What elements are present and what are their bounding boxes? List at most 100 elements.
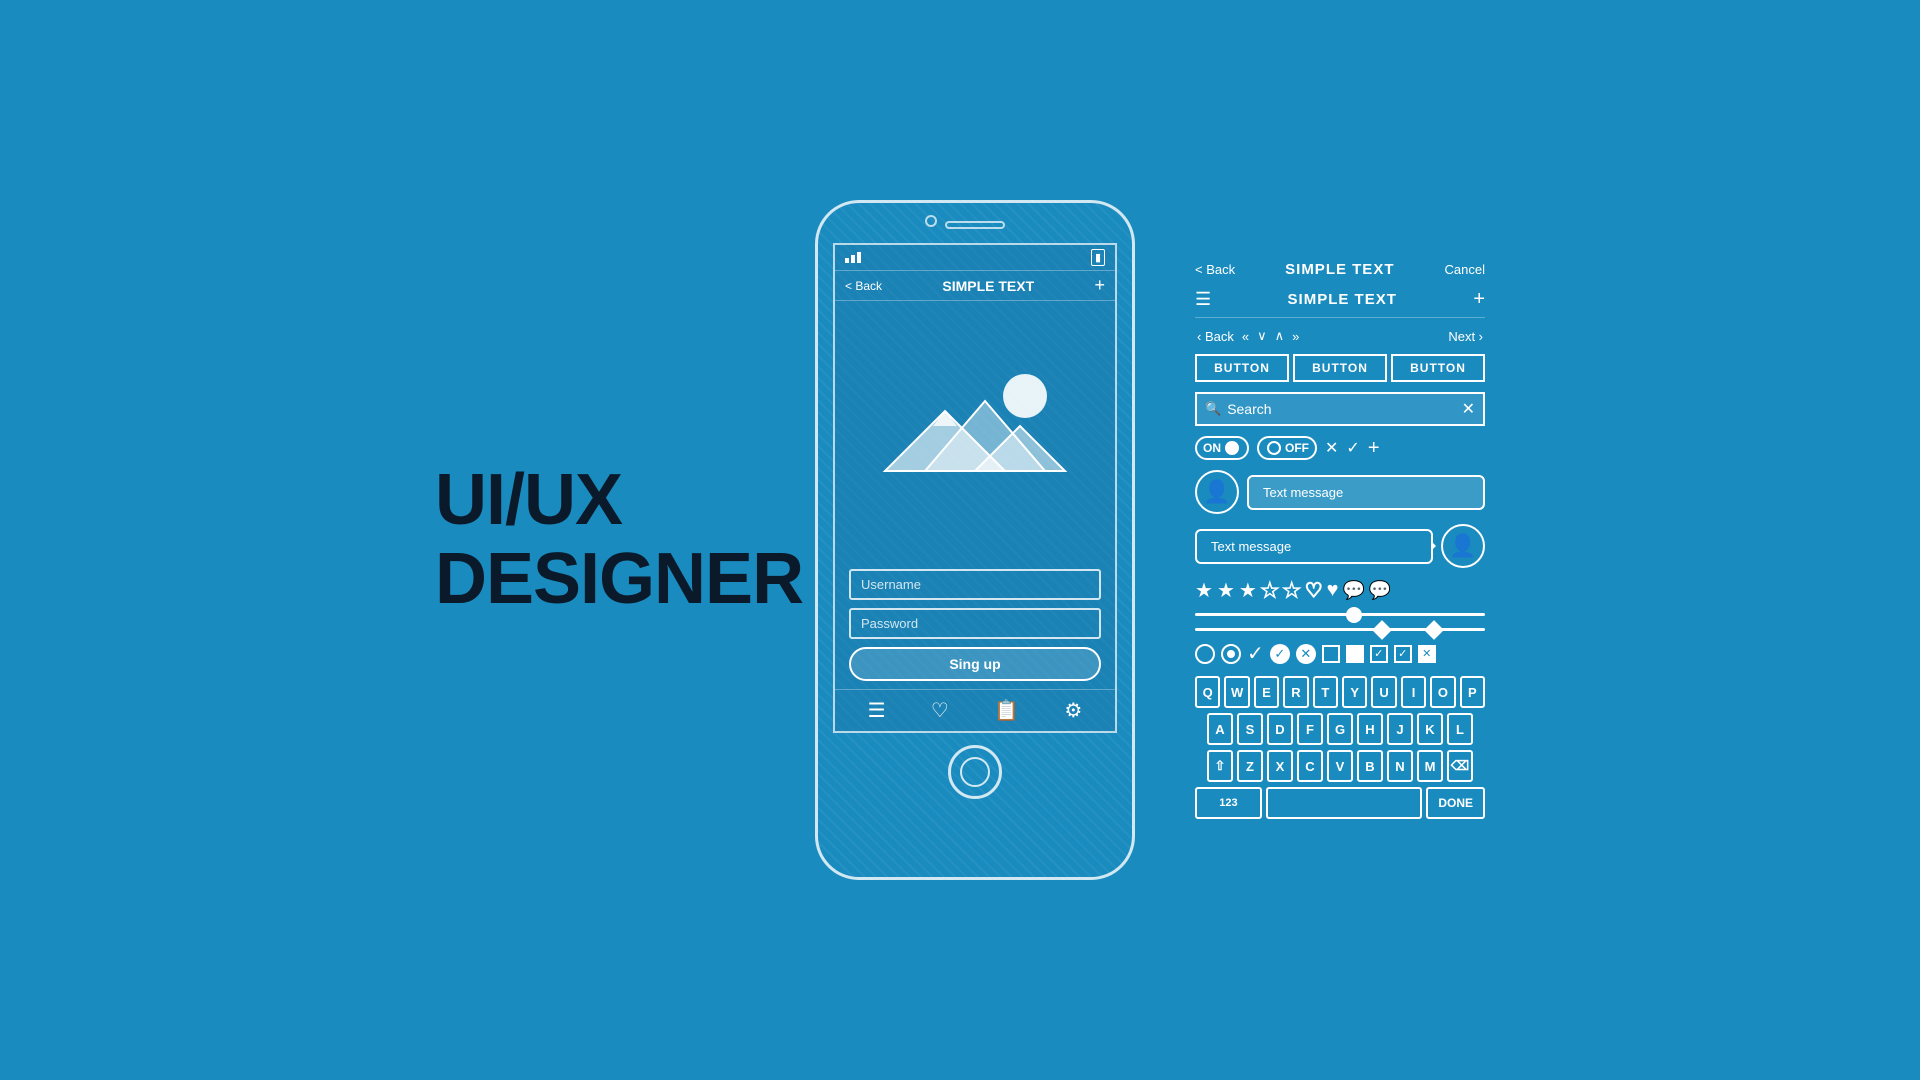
phone-form: Sing up: [835, 561, 1115, 689]
key-g[interactable]: G: [1327, 713, 1353, 745]
key-i[interactable]: I: [1401, 676, 1426, 708]
phone-nav-plus[interactable]: +: [1094, 275, 1105, 296]
toolbar-plus-icon[interactable]: +: [1473, 288, 1485, 311]
star-1[interactable]: ★: [1195, 578, 1213, 603]
key-q[interactable]: Q: [1195, 676, 1220, 708]
panel-buttons-row: BUTTON BUTTON BUTTON: [1195, 354, 1485, 382]
key-a[interactable]: A: [1207, 713, 1233, 745]
key-h[interactable]: H: [1357, 713, 1383, 745]
slider-2-thumb-1[interactable]: [1372, 620, 1392, 640]
key-j[interactable]: J: [1387, 713, 1413, 745]
key-r[interactable]: R: [1283, 676, 1308, 708]
key-n[interactable]: N: [1387, 750, 1413, 782]
checkbox-square-check[interactable]: ✓: [1370, 645, 1388, 663]
radio-empty[interactable]: [1195, 644, 1215, 664]
star-4[interactable]: ★: [1261, 578, 1279, 603]
phone-bottom-nav: ☰ ♡ 📋 ⚙: [835, 689, 1115, 731]
nav-forward[interactable]: »: [1290, 329, 1301, 344]
signup-button[interactable]: Sing up: [849, 647, 1101, 681]
chat-bubble-filled[interactable]: 💬: [1369, 580, 1391, 601]
phone-mockup: ▮ < Back SIMPLE TEXT +: [815, 200, 1135, 880]
notes-icon[interactable]: 📋: [994, 698, 1019, 723]
key-y[interactable]: Y: [1342, 676, 1367, 708]
phone-status-bar: ▮: [835, 245, 1115, 271]
toggle-on[interactable]: ON: [1195, 436, 1249, 460]
nav-next[interactable]: Next ›: [1305, 329, 1485, 344]
key-b[interactable]: B: [1357, 750, 1383, 782]
checkbox-square-filled[interactable]: [1346, 645, 1364, 663]
chat-bubble-empty[interactable]: 💬: [1343, 580, 1365, 601]
panel-cancel-button[interactable]: Cancel: [1445, 262, 1485, 277]
slider-1-thumb[interactable]: [1346, 607, 1362, 623]
msg-bubble-left[interactable]: Text message: [1195, 529, 1433, 564]
checkbox-check-filled[interactable]: ✓: [1270, 644, 1290, 664]
avatar-icon-right: 👤: [1449, 533, 1476, 559]
slider-1-track[interactable]: [1195, 613, 1485, 616]
key-s[interactable]: S: [1237, 713, 1263, 745]
settings-icon[interactable]: ⚙: [1064, 698, 1082, 723]
radio-selected[interactable]: [1221, 644, 1241, 664]
key-w[interactable]: W: [1224, 676, 1249, 708]
checkbox-square-check-2[interactable]: ✓: [1394, 645, 1412, 663]
panel-search[interactable]: 🔍 Search ✕: [1195, 392, 1485, 426]
hamburger-icon[interactable]: ☰: [1195, 289, 1211, 310]
username-input[interactable]: [849, 569, 1101, 600]
star-3[interactable]: ★: [1239, 578, 1257, 603]
key-d[interactable]: D: [1267, 713, 1293, 745]
toggle-x-icon[interactable]: ✕: [1325, 438, 1338, 458]
button-2[interactable]: BUTTON: [1293, 354, 1387, 382]
phone-home-button[interactable]: [948, 745, 1002, 799]
button-1[interactable]: BUTTON: [1195, 354, 1289, 382]
checkbox-square-x[interactable]: ✕: [1418, 645, 1436, 663]
key-p[interactable]: P: [1460, 676, 1485, 708]
key-k[interactable]: K: [1417, 713, 1443, 745]
password-input[interactable]: [849, 608, 1101, 639]
key-v[interactable]: V: [1327, 750, 1353, 782]
keyboard: Q W E R T Y U I O P A S D F G H J K L: [1195, 676, 1485, 819]
checkbox-check-outline[interactable]: ✓: [1247, 641, 1264, 666]
key-u[interactable]: U: [1371, 676, 1396, 708]
key-l[interactable]: L: [1447, 713, 1473, 745]
toggle-off[interactable]: OFF: [1257, 436, 1317, 460]
heart-filled[interactable]: ♥: [1327, 579, 1339, 602]
star-5[interactable]: ★: [1283, 578, 1301, 603]
phone-home-inner: [960, 757, 990, 787]
key-z[interactable]: Z: [1237, 750, 1263, 782]
nav-down[interactable]: ∨: [1255, 328, 1269, 344]
key-e[interactable]: E: [1254, 676, 1279, 708]
key-123[interactable]: 123: [1195, 787, 1262, 819]
slider-2-track[interactable]: [1195, 628, 1485, 631]
key-c[interactable]: C: [1297, 750, 1323, 782]
panel-back-button[interactable]: < Back: [1195, 262, 1235, 277]
button-3[interactable]: BUTTON: [1391, 354, 1485, 382]
checkbox-square-empty[interactable]: [1322, 645, 1340, 663]
heart-icon[interactable]: ♡: [931, 698, 949, 723]
key-shift[interactable]: ⇧: [1207, 750, 1233, 782]
msg-text-right: Text message: [1263, 485, 1343, 500]
key-space[interactable]: [1266, 787, 1423, 819]
key-done[interactable]: DONE: [1426, 787, 1485, 819]
search-clear-icon[interactable]: ✕: [1462, 399, 1475, 419]
key-delete[interactable]: ⌫: [1447, 750, 1473, 782]
phone-nav-back[interactable]: < Back: [845, 279, 882, 293]
nav-back[interactable]: ‹ Back: [1195, 329, 1236, 344]
heart-empty[interactable]: ♡: [1305, 578, 1323, 603]
key-t[interactable]: T: [1313, 676, 1338, 708]
key-o[interactable]: O: [1430, 676, 1455, 708]
signal-bar-2: [851, 255, 855, 263]
panel-toolbar: ☰ SIMPLE TEXT +: [1195, 288, 1485, 318]
msg-bubble-right[interactable]: Text message: [1247, 475, 1485, 510]
nav-up[interactable]: ∧: [1273, 328, 1287, 344]
toggle-check-icon[interactable]: ✓: [1346, 438, 1359, 458]
nav-rewind[interactable]: «: [1240, 329, 1251, 344]
key-f[interactable]: F: [1297, 713, 1323, 745]
slider-2-thumb-2[interactable]: [1424, 620, 1444, 640]
phone-camera: [925, 215, 937, 227]
toggle-plus-icon[interactable]: +: [1368, 437, 1380, 460]
checkbox-x-circle[interactable]: ✕: [1296, 644, 1316, 664]
menu-icon[interactable]: ☰: [868, 698, 886, 723]
key-x[interactable]: X: [1267, 750, 1293, 782]
star-2[interactable]: ★: [1217, 578, 1235, 603]
search-text: Search: [1227, 401, 1455, 417]
key-m[interactable]: M: [1417, 750, 1443, 782]
